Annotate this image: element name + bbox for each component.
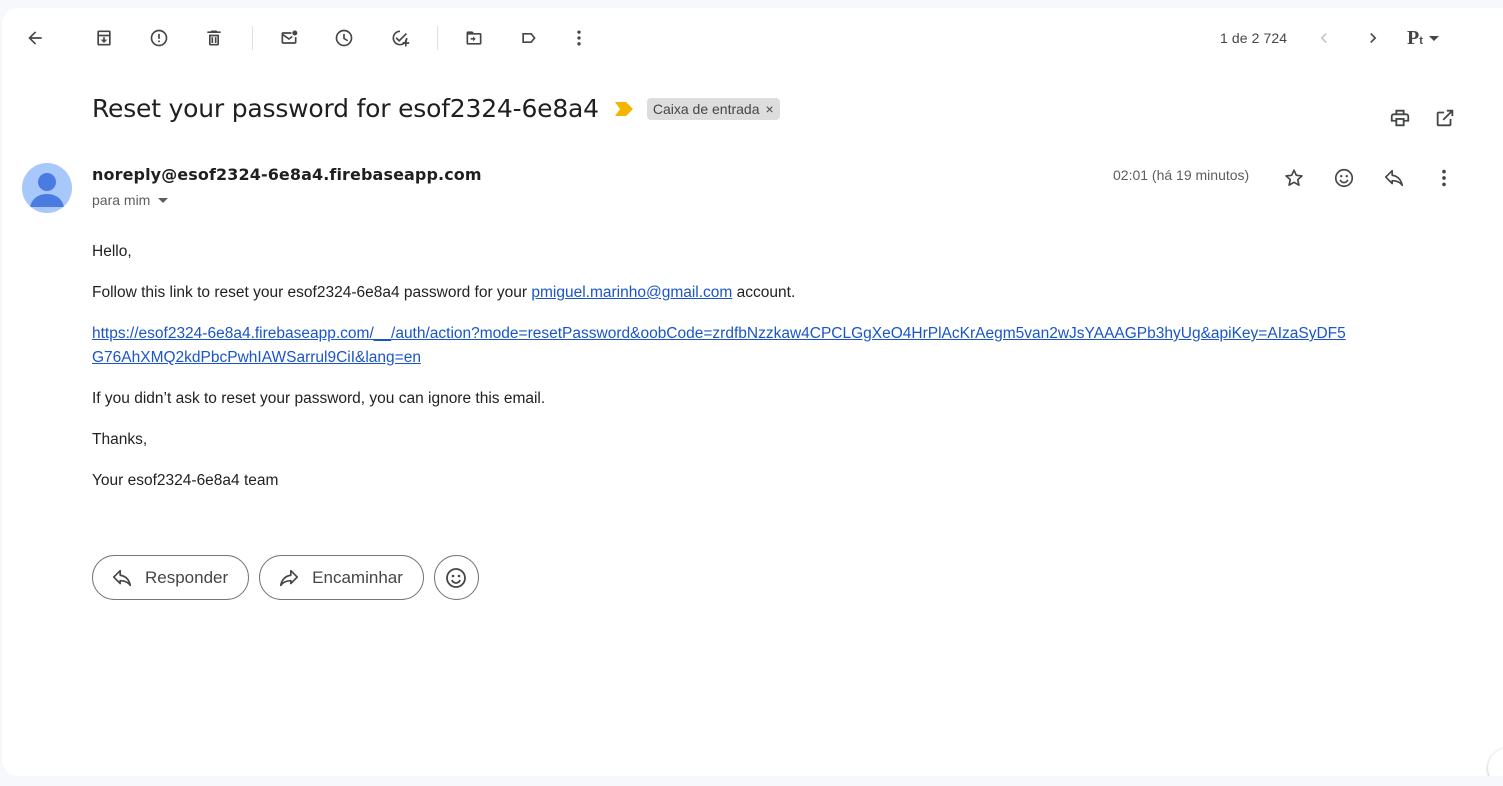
snooze-button[interactable] <box>324 18 364 58</box>
trash-icon <box>207 30 221 46</box>
newer-button[interactable] <box>1304 18 1344 58</box>
label-icon <box>522 33 536 43</box>
body-text: account. <box>732 284 796 301</box>
person-icon <box>30 173 64 207</box>
message-more-button[interactable] <box>1426 160 1462 196</box>
email-toolbar: 1 de 2 724 P t <box>2 8 1503 68</box>
toolbar-divider <box>252 26 253 50</box>
more-vert-icon <box>1442 169 1446 187</box>
back-button[interactable] <box>15 18 55 58</box>
label-button[interactable] <box>509 18 549 58</box>
star-button[interactable] <box>1276 160 1312 196</box>
email-subject: Reset your password for esof2324-6e8a4 <box>92 94 599 123</box>
toolbar-divider <box>437 26 438 50</box>
recipient-email-link[interactable]: pmiguel.marinho@gmail.com <box>531 284 732 301</box>
body-text: Follow this link to reset your esof2324-… <box>92 284 532 301</box>
reply-pill-label: Responder <box>145 567 229 587</box>
emoji-icon <box>446 567 467 588</box>
label-chip-text: Caixa de entrada <box>652 100 760 117</box>
forward-pill-button[interactable]: Encaminhar <box>259 555 424 600</box>
chevron-right-icon <box>1370 33 1377 43</box>
side-panel-toggle[interactable] <box>1488 748 1503 776</box>
caret-down-icon <box>158 197 169 203</box>
email-view-panel: 1 de 2 724 P t Reset your password for e… <box>2 8 1503 776</box>
more-options-button[interactable] <box>559 18 599 58</box>
move-folder-icon <box>466 31 482 45</box>
mark-unread-button[interactable] <box>269 18 309 58</box>
add-task-icon <box>392 30 410 47</box>
input-tools-sublabel: t <box>1419 35 1423 47</box>
remove-label-button[interactable]: × <box>766 101 774 117</box>
emoji-reaction-button[interactable] <box>433 555 479 600</box>
open-new-window-button[interactable] <box>1427 100 1463 136</box>
add-task-button[interactable] <box>380 18 420 58</box>
body-thanks: Thanks, <box>92 431 148 448</box>
label-chip-inbox: Caixa de entrada × <box>646 97 780 120</box>
report-spam-button[interactable] <box>139 18 179 58</box>
body-ignore-line: If you didn’t ask to reset your password… <box>92 390 546 407</box>
chevron-left-icon <box>1320 33 1327 43</box>
print-all-button[interactable] <box>1382 100 1418 136</box>
email-timestamp: 02:01 (há 19 minutos) <box>1113 167 1250 183</box>
sender-avatar[interactable] <box>22 163 72 213</box>
body-paragraph: https://esof2324-6e8a4.firebaseapp.com/_… <box>92 322 1352 370</box>
body-signature: Your esof2324-6e8a4 team <box>92 472 279 489</box>
move-to-button[interactable] <box>454 18 494 58</box>
subject-row: Reset your password for esof2324-6e8a4 C… <box>92 94 780 123</box>
add-reaction-button[interactable] <box>1326 160 1362 196</box>
caret-down-icon <box>1428 35 1439 41</box>
open-in-new-icon <box>1436 109 1454 127</box>
delete-button[interactable] <box>194 18 234 58</box>
older-button[interactable] <box>1353 18 1393 58</box>
sender-address[interactable]: noreply@esof2324-6e8a4.firebaseapp.com <box>92 165 482 184</box>
reply-button[interactable] <box>1376 160 1412 196</box>
print-icon <box>1390 109 1410 127</box>
more-vert-icon <box>577 30 581 46</box>
email-body: Hello, Follow this link to reset your es… <box>92 240 1352 510</box>
body-paragraph: Follow this link to reset your esof2324-… <box>92 281 1352 305</box>
emoji-icon <box>1334 168 1354 188</box>
arrow-back-icon <box>28 31 42 45</box>
pager-count: 1 de 2 724 <box>1220 30 1288 46</box>
reply-actions: Responder Encaminhar <box>92 555 479 600</box>
archive-icon <box>97 30 111 46</box>
forward-pill-label: Encaminhar <box>312 567 403 587</box>
body-greeting: Hello, <box>92 243 132 260</box>
input-tools-label: P <box>1407 26 1420 49</box>
archive-button[interactable] <box>84 18 124 58</box>
reset-password-link[interactable]: https://esof2324-6e8a4.firebaseapp.com/_… <box>92 322 1352 370</box>
clock-icon <box>335 29 353 47</box>
reply-icon <box>112 569 132 586</box>
report-icon <box>150 29 168 47</box>
recipient-details-toggle[interactable]: para mim <box>92 192 169 208</box>
importance-marker-icon[interactable] <box>614 101 633 116</box>
input-tools-button[interactable]: P t <box>1407 22 1457 54</box>
reply-icon <box>1384 169 1404 187</box>
mark-unread-icon <box>281 30 298 44</box>
forward-icon <box>280 569 299 586</box>
star-icon <box>1285 169 1303 186</box>
reply-pill-button[interactable]: Responder <box>92 555 250 600</box>
recipient-text: para mim <box>92 192 151 208</box>
